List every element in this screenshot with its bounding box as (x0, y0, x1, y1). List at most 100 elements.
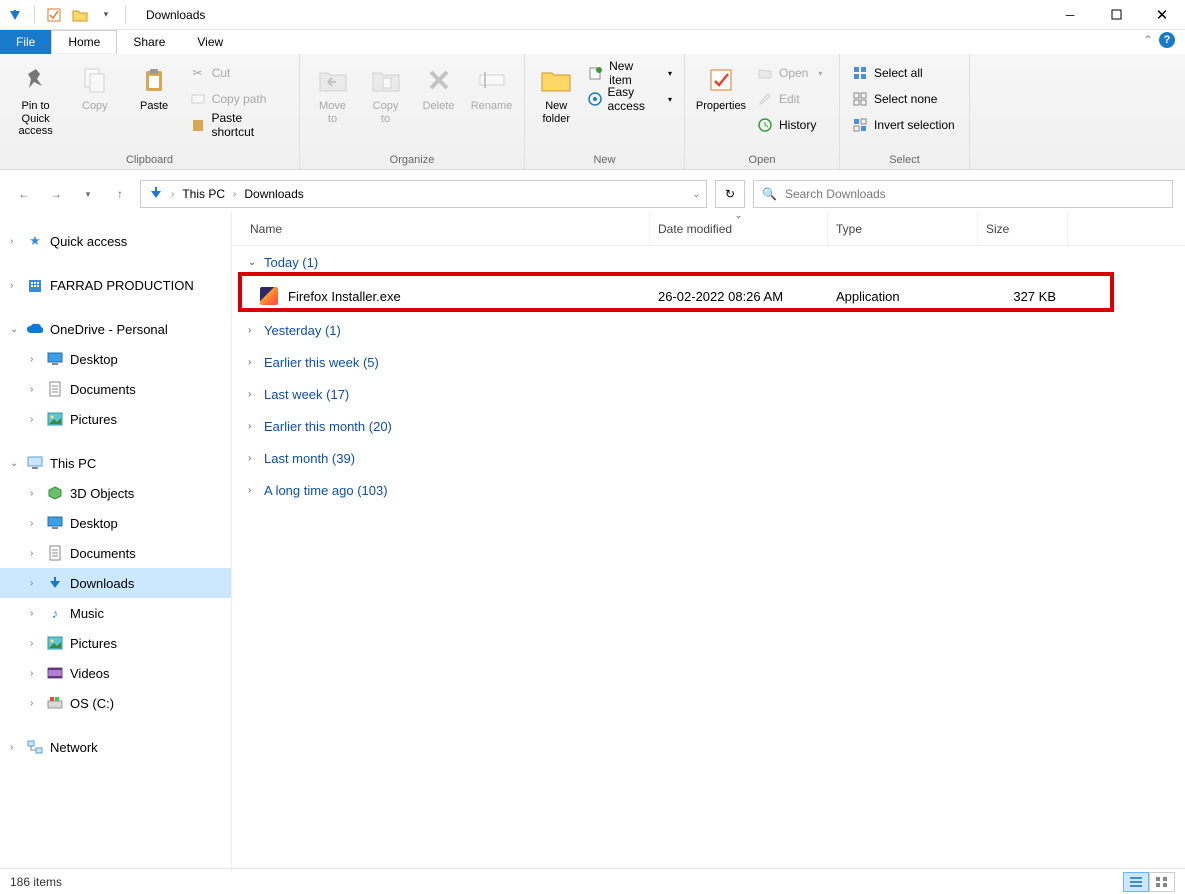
recent-locations-button[interactable]: ▾ (76, 182, 100, 206)
tree-pc-pictures[interactable]: ›Pictures (0, 628, 231, 658)
select-none-button[interactable]: Select none (848, 88, 959, 110)
properties-qat-icon[interactable] (45, 6, 63, 24)
minimize-button[interactable]: ─ (1047, 0, 1093, 30)
up-button[interactable]: ↑ (108, 182, 132, 206)
column-size[interactable]: Size (978, 212, 1068, 245)
maximize-button[interactable] (1093, 0, 1139, 30)
column-date-modified[interactable]: ⌄Date modified (650, 212, 828, 245)
new-folder-button[interactable]: New folder (533, 58, 580, 125)
status-item-count: 186 items (10, 875, 62, 889)
new-item-icon (588, 65, 604, 81)
breadcrumb-this-pc[interactable]: This PC (180, 187, 227, 201)
group-last-week[interactable]: ›Last week (17) (232, 378, 1185, 410)
tree-pc-desktop[interactable]: ›Desktop (0, 508, 231, 538)
group-last-month[interactable]: ›Last month (39) (232, 442, 1185, 474)
folder-qat-icon[interactable] (71, 6, 89, 24)
tree-pc-downloads[interactable]: ›Downloads (0, 568, 231, 598)
file-type: Application (828, 289, 978, 304)
rename-button[interactable]: Rename (467, 58, 516, 113)
group-today[interactable]: ⌄Today (1) (232, 246, 1185, 278)
invert-selection-button[interactable]: Invert selection (848, 114, 959, 136)
tree-this-pc[interactable]: ⌄This PC (0, 448, 231, 478)
desktop-icon (46, 514, 64, 532)
star-icon: ★ (26, 232, 44, 250)
group-earlier-month[interactable]: ›Earlier this month (20) (232, 410, 1185, 442)
tree-pc-videos[interactable]: ›Videos (0, 658, 231, 688)
history-button[interactable]: History (753, 114, 826, 136)
title-bar: ▾ Downloads ─ ✕ (0, 0, 1185, 30)
building-icon (26, 276, 44, 294)
tree-pc-music[interactable]: ›♪Music (0, 598, 231, 628)
quick-access-toolbar: ▾ (0, 6, 134, 24)
paste-button[interactable]: Paste (126, 58, 181, 113)
tree-network[interactable]: ›Network (0, 732, 231, 762)
search-box[interactable]: 🔍 Search Downloads (753, 180, 1173, 208)
address-bar[interactable]: › This PC › Downloads ⌄ (140, 180, 707, 208)
rename-icon (476, 64, 508, 96)
tree-onedrive[interactable]: ⌄OneDrive - Personal (0, 314, 231, 344)
chevron-right-icon[interactable]: › (233, 189, 236, 200)
tree-od-documents[interactable]: ›Documents (0, 374, 231, 404)
refresh-button[interactable]: ↻ (715, 180, 745, 208)
qat-dropdown-icon[interactable]: ▾ (97, 6, 115, 24)
select-all-icon (852, 65, 868, 81)
delete-button[interactable]: Delete (414, 58, 463, 113)
move-to-button[interactable]: Move to (308, 58, 357, 125)
tree-od-pictures[interactable]: ›Pictures (0, 404, 231, 434)
navigation-bar: ← → ▾ ↑ › This PC › Downloads ⌄ ↻ 🔍 Sear… (0, 176, 1185, 212)
ribbon: Pin to Quick access Copy Paste ✂Cut Copy… (0, 54, 1185, 170)
tree-farrad[interactable]: ›FARRAD PRODUCTION (0, 270, 231, 300)
paste-shortcut-button[interactable]: Paste shortcut (186, 114, 291, 136)
open-icon (757, 65, 773, 81)
select-all-button[interactable]: Select all (848, 62, 959, 84)
close-button[interactable]: ✕ (1139, 0, 1185, 30)
large-icons-view-button[interactable] (1149, 872, 1175, 892)
properties-button[interactable]: Properties (693, 58, 749, 113)
copy-to-icon (370, 64, 402, 96)
tree-pc-documents[interactable]: ›Documents (0, 538, 231, 568)
group-label-select: Select (848, 154, 961, 167)
pin-to-quick-access-button[interactable]: Pin to Quick access (8, 58, 63, 138)
help-icon[interactable]: ? (1159, 32, 1175, 48)
file-row-firefox-installer[interactable]: Firefox Installer.exe 26-02-2022 08:26 A… (232, 278, 1185, 314)
column-type[interactable]: Type (828, 212, 978, 245)
back-button[interactable]: ← (12, 182, 36, 206)
open-button[interactable]: Open▾ (753, 62, 826, 84)
new-item-button[interactable]: New item▾ (584, 62, 677, 84)
collapse-ribbon-icon[interactable]: ⌃ (1143, 33, 1153, 47)
tree-quick-access[interactable]: ›★Quick access (0, 226, 231, 256)
forward-button[interactable]: → (44, 182, 68, 206)
drive-icon (46, 694, 64, 712)
copy-button[interactable]: Copy (67, 58, 122, 113)
firefox-file-icon (260, 287, 278, 305)
cut-icon: ✂ (190, 65, 206, 81)
copy-path-button[interactable]: Copy path (186, 88, 291, 110)
group-earlier-week[interactable]: ›Earlier this week (5) (232, 346, 1185, 378)
group-label-organize: Organize (308, 154, 516, 167)
edit-button[interactable]: Edit (753, 88, 826, 110)
tab-home[interactable]: Home (51, 30, 117, 54)
computer-icon (26, 454, 44, 472)
window-controls: ─ ✕ (1047, 0, 1185, 30)
group-long-ago[interactable]: ›A long time ago (103) (232, 474, 1185, 506)
documents-icon (46, 380, 64, 398)
tab-share[interactable]: Share (117, 30, 181, 54)
column-name[interactable]: Name (232, 212, 650, 245)
down-arrow-icon[interactable] (6, 6, 24, 24)
tree-pc-os[interactable]: ›OS (C:) (0, 688, 231, 718)
tree-3d-objects[interactable]: ›3D Objects (0, 478, 231, 508)
address-dropdown-icon[interactable]: ⌄ (692, 189, 700, 200)
breadcrumb-downloads[interactable]: Downloads (242, 187, 305, 201)
easy-access-button[interactable]: Easy access▾ (584, 88, 677, 110)
cut-button[interactable]: ✂Cut (186, 62, 291, 84)
tab-view[interactable]: View (181, 30, 239, 54)
tree-od-desktop[interactable]: ›Desktop (0, 344, 231, 374)
tab-file[interactable]: File (0, 30, 51, 54)
paste-shortcut-icon (190, 117, 206, 133)
copy-to-button[interactable]: Copy to (361, 58, 410, 125)
search-icon: 🔍 (762, 187, 777, 201)
pin-icon (20, 64, 52, 96)
group-yesterday[interactable]: ›Yesterday (1) (232, 314, 1185, 346)
chevron-right-icon[interactable]: › (171, 189, 174, 200)
details-view-button[interactable] (1123, 872, 1149, 892)
